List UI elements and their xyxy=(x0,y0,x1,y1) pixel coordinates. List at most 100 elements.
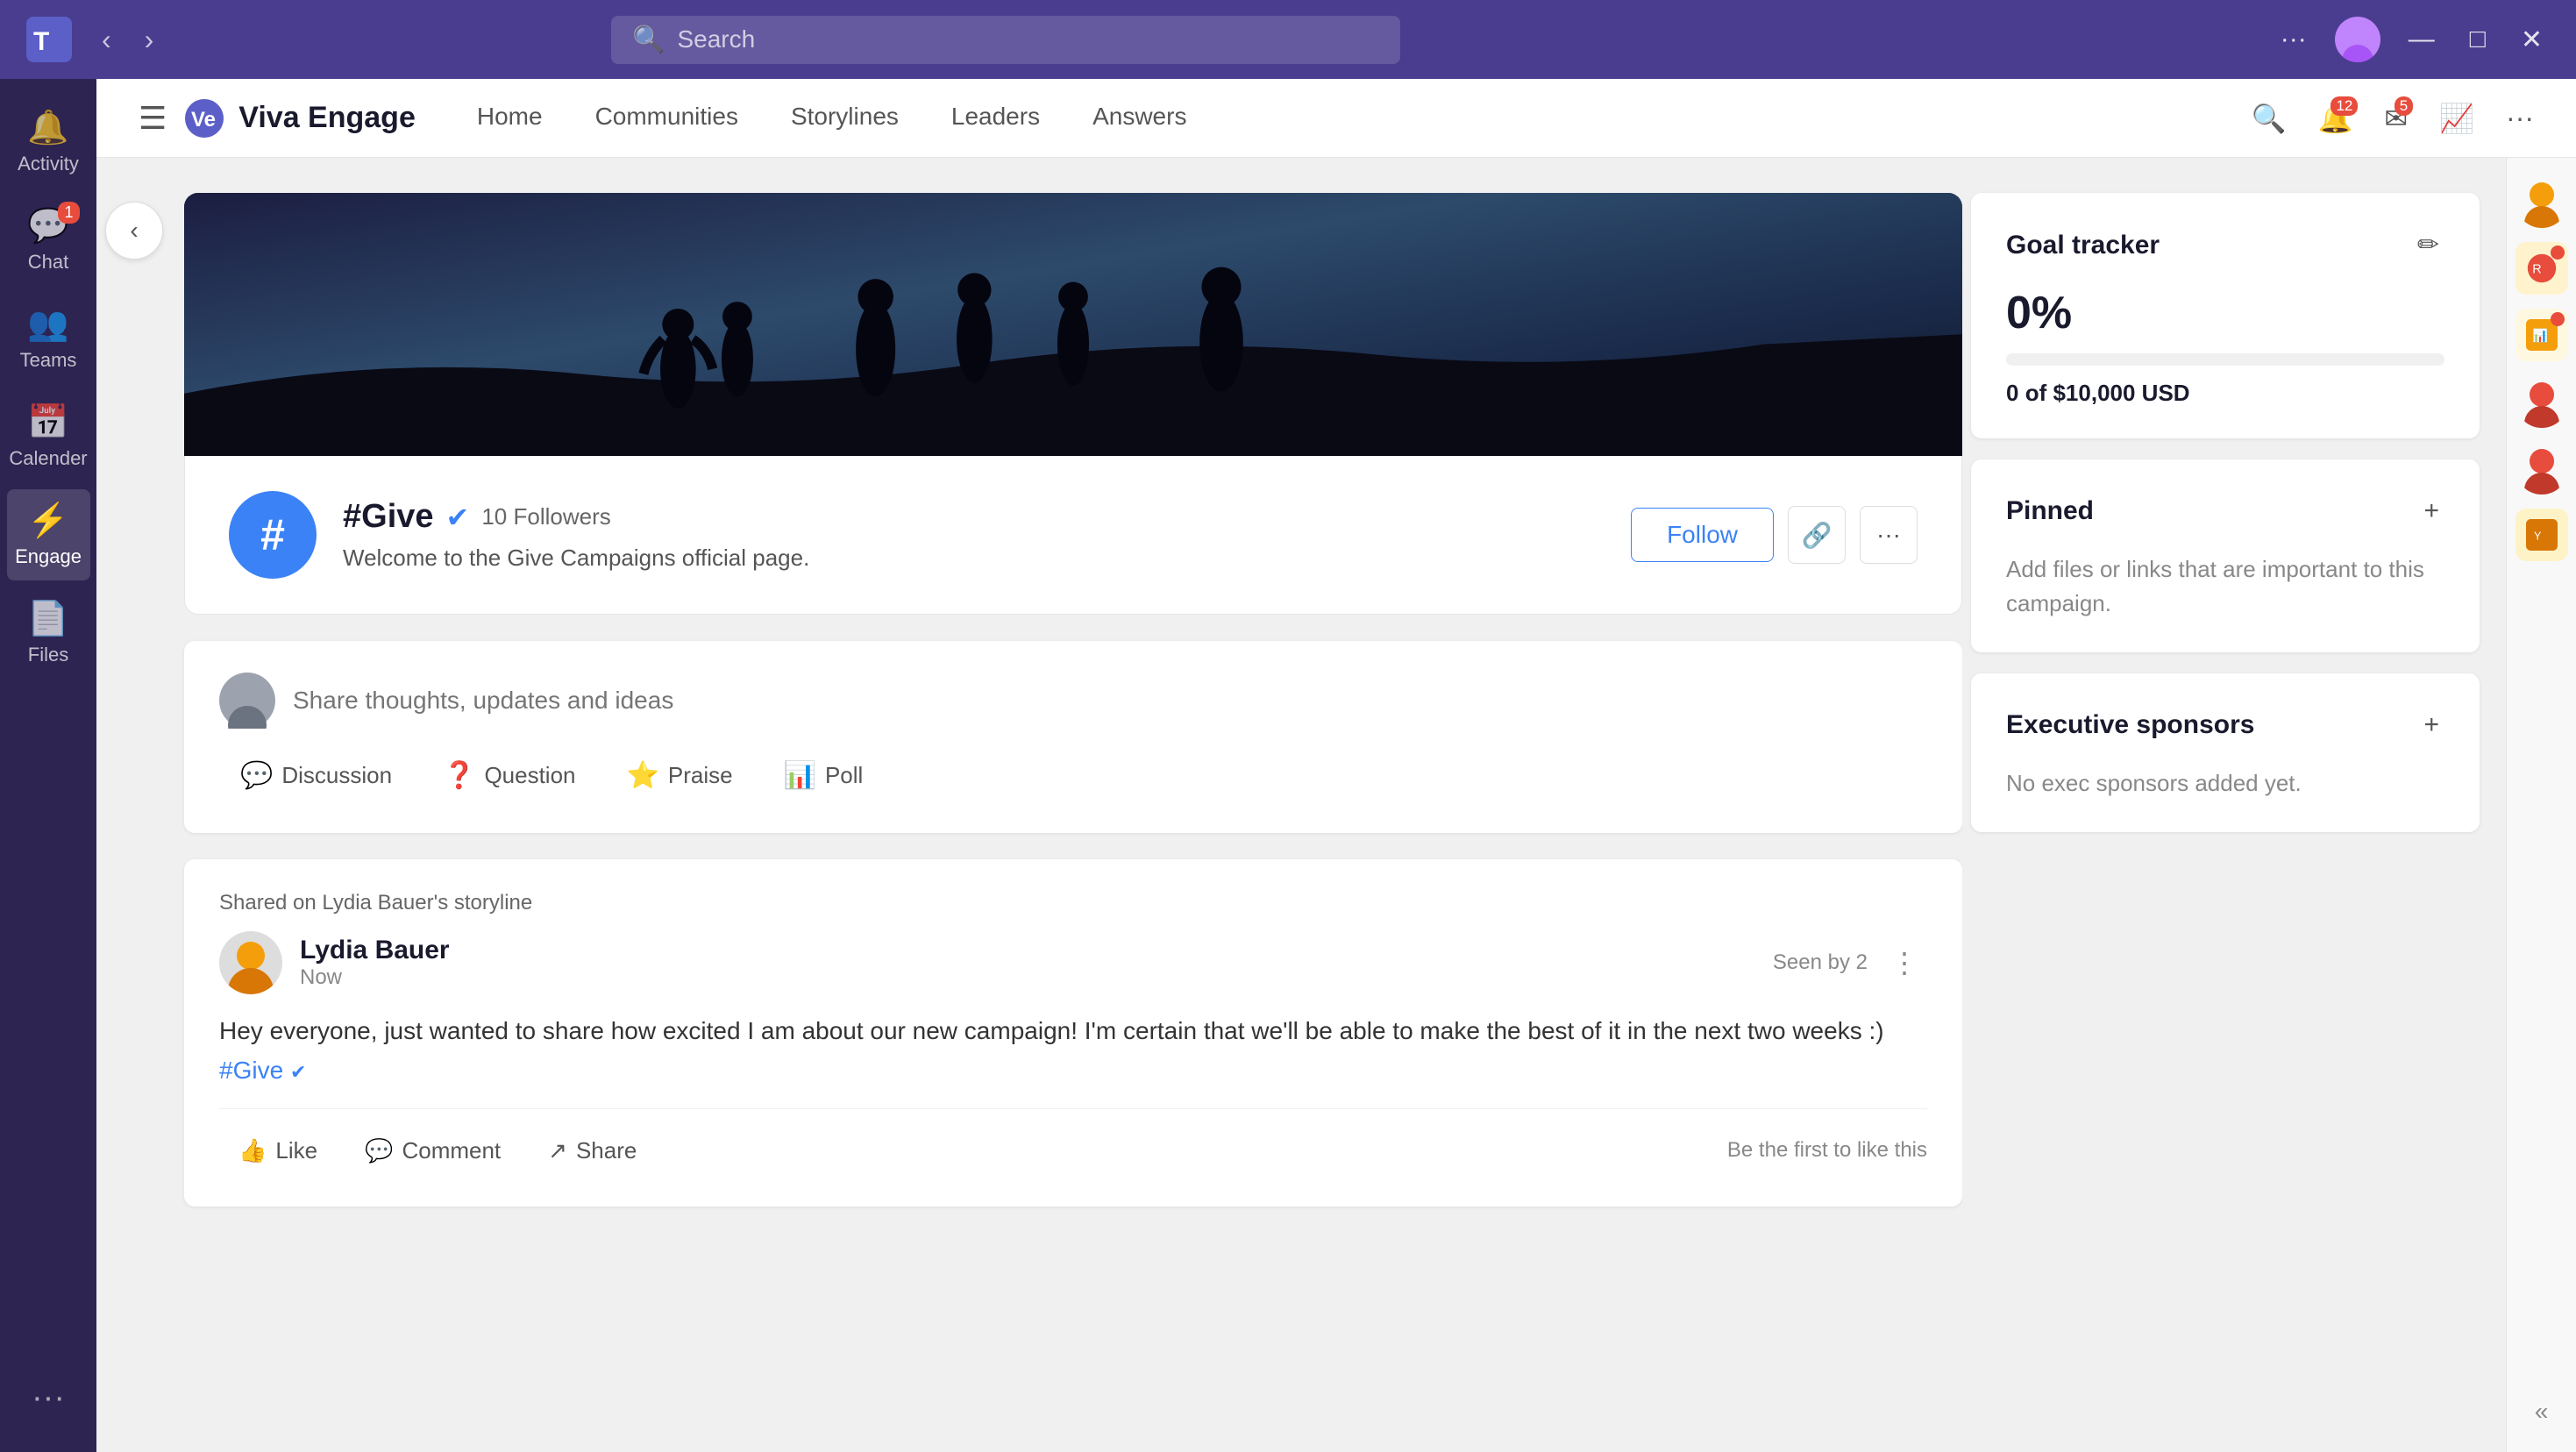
like-button[interactable]: 👍 Like xyxy=(219,1127,337,1175)
goal-total: $10,000 USD xyxy=(2053,380,2189,406)
nav-buttons: ‹ › xyxy=(89,17,166,63)
post-input-card: 💬 Discussion ❓ Question ⭐ Praise 📊 xyxy=(184,641,1962,833)
close-button[interactable]: ✕ xyxy=(2514,18,2550,62)
trending-button[interactable]: 📈 xyxy=(2432,95,2481,142)
maximize-button[interactable]: □ xyxy=(2463,18,2493,61)
sidebar-item-teams[interactable]: 👥 Teams xyxy=(7,293,90,384)
nav-link-answers[interactable]: Answers xyxy=(1066,83,1213,153)
far-right-app-icon-1[interactable]: R xyxy=(2516,242,2568,295)
share-button[interactable]: ↗ Share xyxy=(529,1127,656,1175)
nav-link-leaders[interactable]: Leaders xyxy=(925,83,1066,153)
question-icon: ❓ xyxy=(443,760,475,791)
community-banner xyxy=(184,193,1962,456)
hamburger-button[interactable]: ☰ xyxy=(132,93,174,144)
pinned-title: Pinned xyxy=(2006,496,2094,526)
sidebar-item-engage[interactable]: ⚡ Engage xyxy=(7,489,90,580)
current-user-avatar xyxy=(219,673,275,729)
goal-tracker-title: Goal tracker xyxy=(2006,231,2160,260)
far-right-avatar-2[interactable] xyxy=(2516,375,2568,428)
sidebar-item-teams-label: Teams xyxy=(20,349,77,372)
post-actions: 👍 Like 💬 Comment ↗ Share Be the first to… xyxy=(219,1108,1927,1175)
praise-icon: ⭐ xyxy=(627,760,659,791)
poll-button[interactable]: 📊 Poll xyxy=(763,750,885,801)
nav-link-storylines[interactable]: Storylines xyxy=(765,83,925,153)
teams-icon: 👥 xyxy=(27,305,68,344)
sidebar-item-activity[interactable]: 🔔 Activity xyxy=(7,96,90,188)
sidebar-more-button[interactable]: ··· xyxy=(14,1362,82,1434)
poll-icon: 📊 xyxy=(784,760,816,791)
sidebar-item-files-label: Files xyxy=(28,644,68,666)
svg-text:R: R xyxy=(2532,262,2541,276)
community-info: #Give ✔ 10 Followers Welcome to the Give… xyxy=(343,498,1605,572)
comment-button[interactable]: 💬 Comment xyxy=(345,1127,520,1175)
poll-label: Poll xyxy=(825,762,863,789)
right-panel: Goal tracker ✏ 0% 0 of $10,000 USD xyxy=(1962,158,2506,1452)
goal-tracker-card: Goal tracker ✏ 0% 0 of $10,000 USD xyxy=(1971,193,2480,438)
sidebar-item-calendar-label: Calender xyxy=(9,447,87,470)
far-right-collapse-button[interactable]: « xyxy=(2526,1389,2558,1434)
svg-text:📊: 📊 xyxy=(2532,327,2548,343)
comment-icon: 💬 xyxy=(365,1137,393,1164)
sidebar-item-calendar[interactable]: 📅 Calender xyxy=(7,391,90,482)
discussion-button[interactable]: 💬 Discussion xyxy=(219,750,413,801)
top-nav-actions: 🔍 🔔 12 ✉ 5 📈 ··· xyxy=(2245,95,2541,142)
calendar-icon: 📅 xyxy=(27,403,68,442)
sidebar-item-activity-label: Activity xyxy=(18,153,79,175)
svg-text:Y: Y xyxy=(2534,530,2542,542)
far-right-app-icon-2[interactable]: 📊 xyxy=(2516,309,2568,361)
back-button[interactable]: ‹ xyxy=(105,202,163,260)
question-button[interactable]: ❓ Question xyxy=(422,750,596,801)
far-right-app-icon-3[interactable]: Y xyxy=(2516,509,2568,561)
community-hashtag-icon: # xyxy=(229,491,317,579)
post-type-buttons: 💬 Discussion ❓ Question ⭐ Praise 📊 xyxy=(219,750,1927,801)
teams-app-icon: T xyxy=(26,17,72,62)
title-bar-more-button[interactable]: ··· xyxy=(2274,18,2314,61)
pinned-add-button[interactable]: + xyxy=(2418,491,2444,531)
nav-link-home[interactable]: Home xyxy=(451,83,569,153)
praise-button[interactable]: ⭐ Praise xyxy=(606,750,754,801)
forward-nav-button[interactable]: › xyxy=(132,17,167,63)
post-hashtag-verified: ✔ xyxy=(290,1061,306,1083)
top-nav-links: Home Communities Storylines Leaders Answ… xyxy=(451,83,1213,153)
messages-button[interactable]: ✉ 5 xyxy=(2377,95,2415,142)
search-input[interactable] xyxy=(677,25,1379,53)
title-bar: T ‹ › 🔍 ··· — □ ✕ xyxy=(0,0,2576,79)
post-body: Hey everyone, just wanted to share how e… xyxy=(219,1012,1927,1091)
sidebar-item-files[interactable]: 📄 Files xyxy=(7,587,90,679)
minimize-button[interactable]: — xyxy=(2402,18,2442,61)
app-logo: Ve Viva Engage xyxy=(182,96,416,140)
post-hashtag-link[interactable]: #Give xyxy=(219,1057,283,1084)
notifications-button[interactable]: 🔔 12 xyxy=(2311,95,2360,142)
follow-button[interactable]: Follow xyxy=(1631,508,1774,562)
far-right-avatar-3[interactable] xyxy=(2516,442,2568,495)
exec-sponsors-description: No exec sponsors added yet. xyxy=(2006,766,2444,801)
post-author-name: Lydia Bauer xyxy=(300,936,1755,965)
post-menu-button[interactable]: ⋮ xyxy=(1882,943,1927,983)
far-right-avatar-1[interactable] xyxy=(2516,175,2568,228)
community-more-button[interactable]: ··· xyxy=(1860,506,1918,564)
pinned-card: Pinned + Add files or links that are imp… xyxy=(1971,459,2480,652)
post-meta: Seen by 2 ⋮ xyxy=(1773,943,1927,983)
exec-sponsors-add-button[interactable]: + xyxy=(2418,705,2444,745)
svg-text:T: T xyxy=(33,27,49,56)
link-button[interactable]: 🔗 xyxy=(1788,506,1846,564)
post-card: Shared on Lydia Bauer's storyline Lydia … xyxy=(184,859,1962,1206)
search-button-nav[interactable]: 🔍 xyxy=(2245,95,2294,142)
followers-text: 10 Followers xyxy=(481,503,610,530)
nav-more-button[interactable]: ··· xyxy=(2499,95,2541,141)
first-like-text: Be the first to like this xyxy=(1727,1138,1927,1163)
sidebar-item-chat[interactable]: 💬 1 Chat xyxy=(7,195,90,286)
goal-tracker-edit-button[interactable]: ✏ xyxy=(2412,224,2444,266)
praise-label: Praise xyxy=(668,762,733,789)
user-avatar-titlebar[interactable] xyxy=(2335,17,2380,62)
nav-link-communities[interactable]: Communities xyxy=(569,83,765,153)
pinned-header: Pinned + xyxy=(2006,491,2444,531)
progress-bar-container xyxy=(2006,353,2444,366)
post-input-field[interactable] xyxy=(293,687,1927,715)
post-author-avatar xyxy=(219,931,282,994)
app-layout: 🔔 Activity 💬 1 Chat 👥 Teams 📅 Calender ⚡… xyxy=(0,79,2576,1452)
files-icon: 📄 xyxy=(27,600,68,638)
global-search: 🔍 xyxy=(611,16,1400,64)
back-nav-button[interactable]: ‹ xyxy=(89,17,124,63)
goal-tracker-header: Goal tracker ✏ xyxy=(2006,224,2444,266)
